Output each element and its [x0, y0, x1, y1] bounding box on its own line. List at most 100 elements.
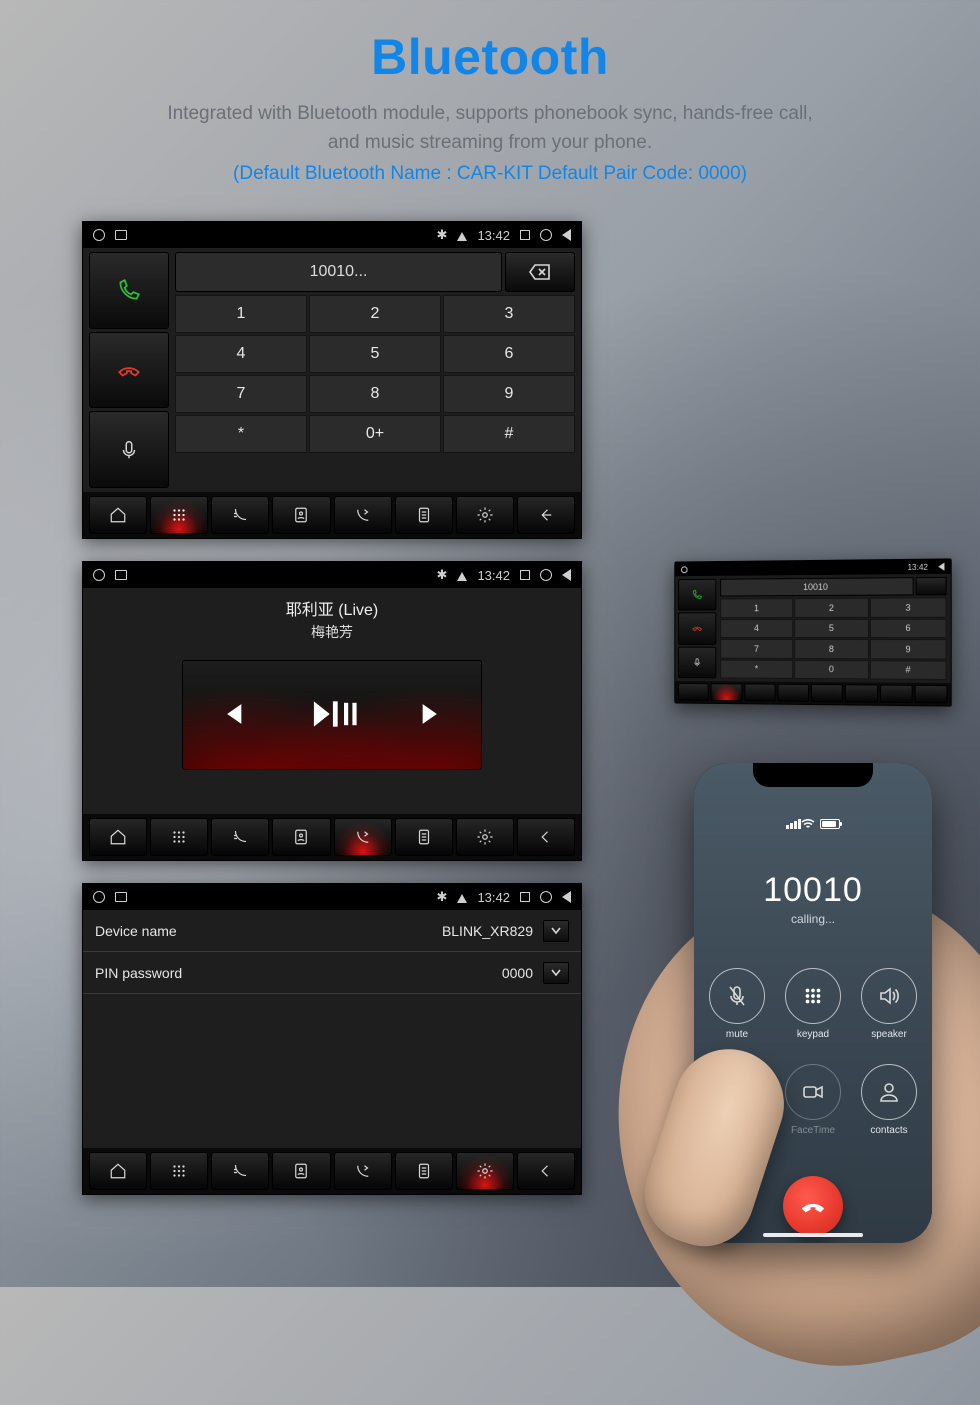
nav-home-button[interactable] [89, 1152, 147, 1190]
nav-dialpad-button[interactable] [150, 496, 208, 534]
setting-value: BLINK_XR829 [442, 923, 533, 939]
bluetooth-icon: ✱ [437, 889, 448, 905]
circle-icon [93, 229, 105, 241]
nav-history-button[interactable] [395, 1152, 453, 1190]
recents-icon[interactable] [520, 570, 530, 580]
call-button[interactable] [89, 252, 169, 329]
dialer-panel: ✱ 13:42 [82, 221, 582, 539]
nav-music-button[interactable] [334, 1152, 392, 1190]
nav-contacts-button[interactable] [211, 1152, 269, 1190]
nav-settings-button[interactable] [456, 496, 514, 534]
nav-dialpad-button[interactable] [150, 818, 208, 856]
key-hash[interactable]: # [443, 415, 575, 453]
setting-row-pin[interactable]: PIN password 0000 [83, 952, 581, 994]
nav-btn [845, 684, 877, 702]
end-call-button[interactable] [783, 1176, 843, 1236]
nav-btn [777, 684, 809, 702]
key-9[interactable]: 9 [443, 375, 575, 413]
nav-music-button[interactable] [334, 496, 392, 534]
button-label: FaceTime [791, 1125, 835, 1136]
nav-history-button[interactable] [395, 818, 453, 856]
contacts-button[interactable]: contacts [858, 1064, 920, 1146]
dialer-display: 10010... [175, 252, 502, 292]
key-4[interactable]: 4 [175, 335, 307, 373]
battery-icon [820, 819, 840, 829]
bluetooth-icon: ✱ [437, 567, 448, 583]
nav-btn [914, 685, 947, 704]
signal-icon [786, 819, 801, 829]
circle-icon [681, 566, 688, 573]
nav-phonebook-button[interactable] [272, 496, 330, 534]
key-star[interactable]: * [175, 415, 307, 453]
dashboard-screen: 13:42 10010 123 456 789 *0# [674, 558, 951, 706]
hangup-button[interactable] [89, 332, 169, 409]
key: 3 [870, 597, 947, 617]
status-time: 13:42 [477, 890, 510, 905]
nav-history-button[interactable] [395, 496, 453, 534]
bluetooth-icon: ✱ [437, 227, 448, 243]
location-icon [457, 232, 467, 241]
home-nav-icon[interactable] [540, 229, 552, 241]
key-0[interactable]: 0+ [309, 415, 441, 453]
photo-icon [115, 230, 127, 240]
backspace-button[interactable] [505, 252, 575, 292]
nav-dialpad-button[interactable] [150, 1152, 208, 1190]
music-controls [182, 660, 482, 770]
key-8[interactable]: 8 [309, 375, 441, 413]
button-label: speaker [871, 1029, 907, 1040]
facetime-button[interactable]: FaceTime [782, 1064, 844, 1146]
keypad: 1 2 3 4 5 6 7 8 9 * 0+ # [175, 295, 575, 453]
nav-btn [744, 683, 775, 701]
key: 4 [720, 619, 793, 638]
nav-contacts-button[interactable] [211, 818, 269, 856]
keypad-button[interactable]: keypad [782, 968, 844, 1050]
key-5[interactable]: 5 [309, 335, 441, 373]
track-title: 耶利亚 (Live) [286, 596, 378, 620]
mic-button[interactable] [89, 411, 169, 488]
phone-notch [753, 763, 873, 787]
home-nav-icon[interactable] [540, 569, 552, 581]
mute-button[interactable]: mute [706, 968, 768, 1050]
next-track-button[interactable] [417, 697, 451, 734]
play-pause-button[interactable] [306, 695, 358, 736]
key: 2 [794, 598, 869, 618]
location-icon [457, 572, 467, 581]
nav-music-button[interactable] [334, 818, 392, 856]
nav-phonebook-button[interactable] [272, 1152, 330, 1190]
nav-back-button[interactable] [517, 496, 575, 534]
status-bar: ✱ 13:42 [83, 222, 581, 248]
recents-icon[interactable] [520, 230, 530, 240]
nav-settings-button[interactable] [456, 1152, 514, 1190]
nav-btn [711, 683, 742, 701]
key-2[interactable]: 2 [309, 295, 441, 333]
home-nav-icon[interactable] [540, 891, 552, 903]
key: 0 [794, 659, 869, 679]
back-nav-icon[interactable] [562, 569, 571, 581]
bottom-bar [83, 492, 581, 538]
key: 6 [870, 618, 947, 638]
key-7[interactable]: 7 [175, 375, 307, 413]
recents-icon[interactable] [520, 892, 530, 902]
prev-track-button[interactable] [213, 697, 247, 734]
button-label: contacts [870, 1125, 907, 1136]
back-nav-icon[interactable] [562, 229, 571, 241]
status-time: 13:42 [477, 228, 510, 243]
nav-settings-button[interactable] [456, 818, 514, 856]
page-subtitle: Integrated with Bluetooth module, suppor… [0, 100, 980, 157]
speaker-button[interactable]: speaker [858, 968, 920, 1050]
nav-contacts-button[interactable] [211, 496, 269, 534]
key-6[interactable]: 6 [443, 335, 575, 373]
key-1[interactable]: 1 [175, 295, 307, 333]
back-nav-icon [938, 563, 944, 571]
home-indicator[interactable] [763, 1233, 863, 1237]
status-bar: ✱ 13:42 [83, 884, 581, 910]
key: 8 [794, 639, 869, 659]
nav-phonebook-button[interactable] [272, 818, 330, 856]
key-3[interactable]: 3 [443, 295, 575, 333]
nav-home-button[interactable] [89, 818, 147, 856]
circle-icon [93, 569, 105, 581]
setting-row-device-name[interactable]: Device name BLINK_XR829 [83, 910, 581, 952]
nav-home-button[interactable] [89, 496, 147, 534]
setting-label: PIN password [95, 965, 182, 981]
settings-blank-area [83, 994, 581, 1144]
